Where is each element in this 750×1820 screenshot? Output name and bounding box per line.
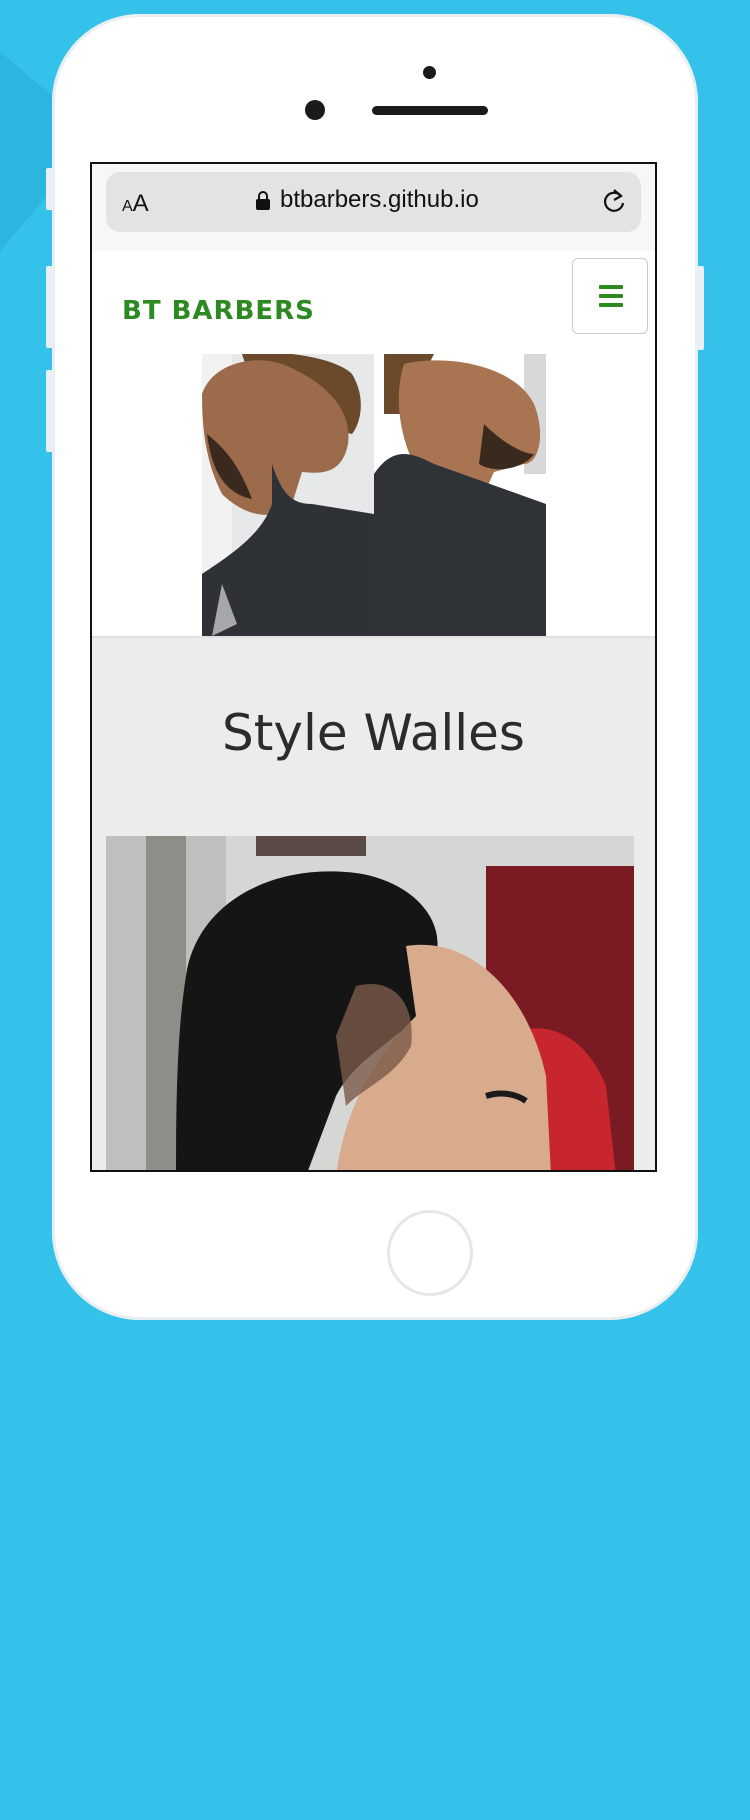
side-button-mute — [46, 168, 54, 210]
side-button-power — [696, 266, 704, 350]
site-brand[interactable]: BT BARBERS — [122, 296, 315, 326]
browser-toolbar: AA btbarbers.github.io — [92, 164, 655, 251]
url-display[interactable]: btbarbers.github.io — [256, 186, 479, 214]
text-size-big-a: A — [132, 190, 149, 217]
haircut-photo-left — [202, 354, 374, 636]
front-sensor — [423, 66, 436, 79]
hamburger-menu-icon — [599, 285, 623, 289]
section-title: Style Walles — [222, 704, 525, 762]
hamburger-menu-icon-bar-2 — [599, 294, 623, 298]
home-button[interactable] — [387, 1210, 473, 1296]
side-button-volume-up — [46, 266, 54, 348]
earpiece-speaker — [372, 106, 488, 115]
hero-image — [202, 354, 546, 636]
text-size-button[interactable]: AA — [122, 190, 149, 218]
browser-screen: AA btbarbers.github.io BT BARBERS Style … — [90, 162, 657, 1172]
url-text: btbarbers.github.io — [280, 186, 479, 213]
address-bar[interactable]: AA btbarbers.github.io — [106, 172, 641, 232]
menu-toggle-button[interactable] — [572, 258, 648, 334]
text-size-small-a: A — [122, 198, 133, 215]
reload-icon[interactable] — [601, 188, 627, 214]
side-button-volume-down — [46, 370, 54, 452]
hamburger-menu-icon-bar-3 — [599, 303, 623, 307]
haircut-photo-fade — [106, 836, 634, 1170]
lock-icon — [256, 191, 270, 210]
haircut-photo-right — [374, 354, 546, 636]
front-camera — [305, 100, 325, 120]
